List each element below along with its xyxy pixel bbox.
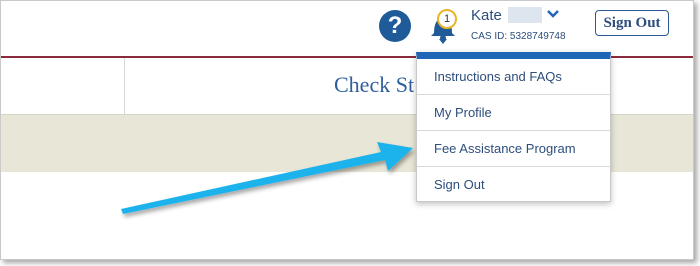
nav-title-check-status[interactable]: Check St: [334, 72, 414, 98]
menu-item-sign-out[interactable]: Sign Out: [417, 167, 610, 203]
top-header: ? 1 Kate CAS ID: 5328749748 Sign Out: [1, 1, 693, 58]
sign-out-button[interactable]: Sign Out: [595, 10, 669, 36]
help-button[interactable]: ?: [379, 10, 411, 42]
menu-item-fee-assistance-program[interactable]: Fee Assistance Program: [417, 131, 610, 167]
redacted-surname: [508, 7, 542, 23]
bell-caret-icon: [439, 39, 447, 44]
cas-id-label: CAS ID: 5328749748: [471, 31, 566, 42]
menu-item-instructions-faqs[interactable]: Instructions and FAQs: [417, 59, 610, 95]
app-window: ? 1 Kate CAS ID: 5328749748 Sign Out Che…: [0, 0, 694, 260]
menu-item-my-profile[interactable]: My Profile: [417, 95, 610, 131]
user-dropdown-menu: Instructions and FAQs My Profile Fee Ass…: [416, 52, 611, 202]
notification-count-badge: 1: [437, 9, 457, 29]
notifications-button[interactable]: 1: [425, 5, 461, 49]
user-name[interactable]: Kate: [471, 7, 502, 24]
nav-divider: [124, 58, 125, 114]
chevron-down-icon[interactable]: [547, 10, 559, 18]
